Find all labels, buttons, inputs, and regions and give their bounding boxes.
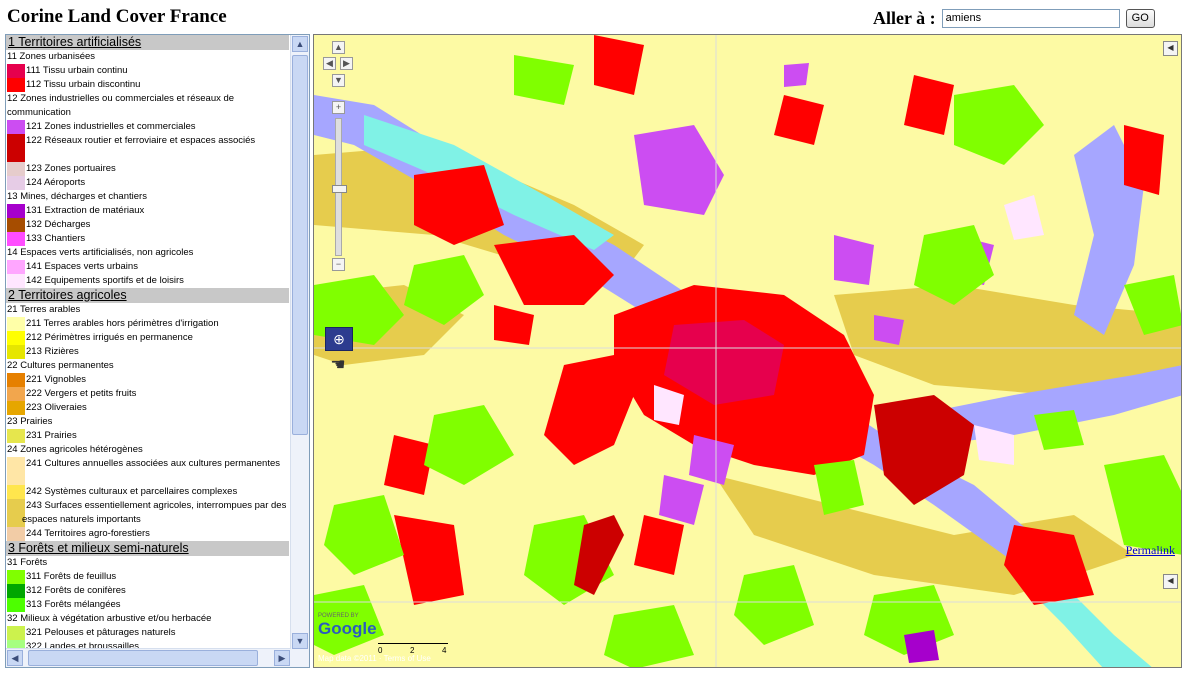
legend-item: 123 Zones portuaires <box>6 162 289 176</box>
legend-item-label: 231 Prairies <box>26 430 77 441</box>
legend-group-title: 21 Terres arables <box>7 304 81 315</box>
legend-item: 121 Zones industrielles et commerciales <box>6 120 289 134</box>
legend-item-label: 312 Forêts de conifères <box>26 585 126 596</box>
map-view[interactable]: ▲ ◀ ▶ ▼ + − ⊕ ☚ ◀ ◀ Permalink POWERED BY… <box>313 34 1182 668</box>
zoom-box-tool-icon[interactable]: ⊕ <box>325 327 353 351</box>
legend-item: 212 Périmètres irrigués en permanence <box>6 331 289 345</box>
legend-item: 311 Forêts de feuillus <box>6 570 289 584</box>
legend-item-label: 213 Rizières <box>26 346 79 357</box>
layer-switcher-toggle-icon[interactable]: ◀ <box>1163 41 1178 56</box>
legend-item: 112 Tissu urbain discontinu <box>6 78 289 92</box>
legend-item-label: 111 Tissu urbain continu <box>26 65 128 76</box>
legend-item: 133 Chantiers <box>6 232 289 246</box>
goto-label: Aller à : <box>873 7 936 28</box>
legend-item-label: 212 Périmètres irrigués en permanence <box>26 332 193 343</box>
legend-item: 231 Prairies <box>6 429 289 443</box>
scroll-right-arrow-icon[interactable]: ▶ <box>274 650 290 666</box>
legend-item-label: 221 Vignobles <box>26 374 87 385</box>
page-title: Corine Land Cover France <box>7 6 227 27</box>
legend-item: 241 Cultures annuelles associées aux cul… <box>6 457 289 485</box>
overview-map-toggle-icon[interactable]: ◀ <box>1163 574 1178 589</box>
legend-item: 132 Décharges <box>6 218 289 232</box>
legend-item-label: 112 Tissu urbain discontinu <box>26 79 141 90</box>
land-cover-map[interactable] <box>314 35 1182 668</box>
legend-item: 122 Réseaux routier et ferroviaire et es… <box>6 134 289 162</box>
legend-item-label: 242 Systèmes culturaux et parcellaires c… <box>26 486 238 497</box>
legend-item-label: 132 Décharges <box>26 219 91 230</box>
legend-section-title: 3 Forêts et milieux semi-naturels <box>6 541 289 556</box>
legend-item: 244 Territoires agro-forestiers <box>6 527 289 541</box>
legend-panel: 1 Territoires artificialisés 11 Zones urb… <box>5 34 310 668</box>
legend-item: 213 Rizières <box>6 345 289 359</box>
legend-group-title: 14 Espaces verts artificialisés, non agr… <box>7 247 194 258</box>
scroll-up-arrow-icon[interactable]: ▲ <box>292 36 308 52</box>
legend-group-title: 11 Zones urbanisées <box>7 51 96 62</box>
pan-up-icon[interactable]: ▲ <box>332 41 345 54</box>
legend-item: 321 Pelouses et pâturages naturels <box>6 626 289 640</box>
zoom-out-icon[interactable]: − <box>332 258 345 271</box>
goto-bar: Aller à : GO <box>873 6 1155 30</box>
legend-item-label: 223 Oliveraies <box>26 402 87 413</box>
legend-item: 111 Tissu urbain continu <box>6 64 289 78</box>
legend-group-title: 23 Prairies <box>7 416 53 427</box>
legend-item: 141 Espaces verts urbains <box>6 260 289 274</box>
legend-item: 242 Systèmes culturaux et parcellaires c… <box>6 485 289 499</box>
legend-horizontal-scrollbar[interactable]: ◀ ▶ <box>6 648 291 667</box>
legend-content: 1 Territoires artificialisés 11 Zones urb… <box>6 35 289 650</box>
legend-item: 131 Extraction de matériaux <box>6 204 289 218</box>
scrollbar-corner <box>291 649 309 667</box>
legend-group-title: 13 Mines, décharges et chantiers <box>7 191 147 202</box>
google-logo[interactable]: Google <box>318 619 377 639</box>
legend-group-title: 22 Cultures permanentes <box>7 360 114 371</box>
permalink-link[interactable]: Permalink <box>1126 543 1175 558</box>
scale-label: 4 <box>442 646 447 655</box>
legend-item: 223 Oliveraies <box>6 401 289 415</box>
map-copyright: Map data ©2011 · Terms of Use <box>318 654 431 663</box>
location-search-input[interactable] <box>941 8 1120 28</box>
pan-down-icon[interactable]: ▼ <box>332 74 345 87</box>
zoom-in-icon[interactable]: + <box>332 101 345 114</box>
pan-left-icon[interactable]: ◀ <box>323 57 336 70</box>
legend-vertical-scrollbar[interactable]: ▲ ▼ <box>290 35 309 650</box>
legend-group-title: 12 Zones industrielles ou commerciales e… <box>7 93 235 118</box>
legend-item-label: 243 Surfaces essentiellement agricoles, … <box>22 500 287 525</box>
legend-item-label: 313 Forêts mélangées <box>26 599 121 610</box>
legend-item: 221 Vignobles <box>6 373 289 387</box>
legend-item: 211 Terres arables hors périmètres d'irr… <box>6 317 289 331</box>
scroll-down-arrow-icon[interactable]: ▼ <box>292 633 308 649</box>
legend-group-title: 31 Forêts <box>7 557 48 568</box>
legend-item-label: 131 Extraction de matériaux <box>26 205 145 216</box>
legend-item-label: 142 Equipements sportifs et de loisirs <box>26 275 184 286</box>
legend-item: 222 Vergers et petits fruits <box>6 387 289 401</box>
legend-item: 124 Aéroports <box>6 176 289 190</box>
scroll-left-arrow-icon[interactable]: ◀ <box>7 650 23 666</box>
legend-item: 142 Equipements sportifs et de loisirs <box>6 274 289 288</box>
scale-bar <box>378 635 448 644</box>
legend-item-label: 311 Forêts de feuillus <box>26 571 117 582</box>
legend-item-label: 124 Aéroports <box>26 177 86 188</box>
legend-item-label: 141 Espaces verts urbains <box>26 261 138 272</box>
scroll-thumb[interactable] <box>292 55 308 435</box>
pan-hand-tool-icon[interactable]: ☚ <box>325 353 351 377</box>
legend-item-label: 244 Territoires agro-forestiers <box>26 528 150 539</box>
pan-right-icon[interactable]: ▶ <box>340 57 353 70</box>
legend-item-label: 133 Chantiers <box>26 233 86 244</box>
legend-item-label: 222 Vergers et petits fruits <box>26 388 137 399</box>
go-button[interactable]: GO <box>1125 8 1155 28</box>
legend-item-label: 241 Cultures annuelles associées aux cul… <box>26 458 281 469</box>
legend-item-label: 123 Zones portuaires <box>26 163 116 174</box>
scroll-thumb-horizontal[interactable] <box>28 650 258 666</box>
legend-item: 312 Forêts de conifères <box>6 584 289 598</box>
legend-item-label: 321 Pelouses et pâturages naturels <box>26 627 176 638</box>
zoom-slider-handle[interactable] <box>332 185 347 193</box>
legend-item-label: 211 Terres arables hors périmètres d'irr… <box>26 318 219 329</box>
legend-section-title: 2 Territoires agricoles <box>6 288 289 303</box>
legend-item: 313 Forêts mélangées <box>6 598 289 612</box>
legend-section-title: 1 Territoires artificialisés <box>6 35 289 50</box>
legend-group-title: 24 Zones agricoles hétérogènes <box>7 444 143 455</box>
legend-item: 243 Surfaces essentiellement agricoles, … <box>6 499 289 527</box>
legend-group-title: 32 Milieux à végétation arbustive et/ou … <box>7 613 212 624</box>
legend-item-label: 121 Zones industrielles et commerciales <box>26 121 196 132</box>
legend-item-label: 122 Réseaux routier et ferroviaire et es… <box>26 135 256 146</box>
